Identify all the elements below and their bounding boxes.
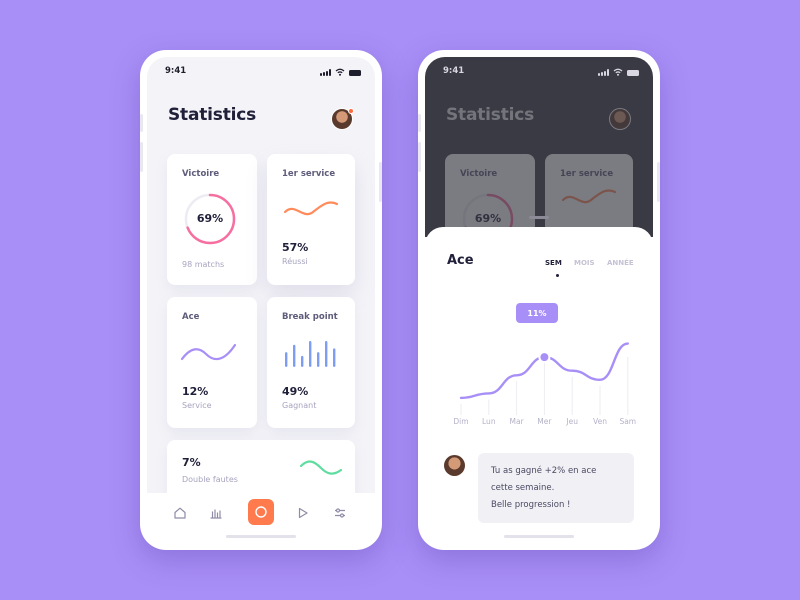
card-label: Victoire: [182, 169, 220, 179]
break-point-bar: [309, 341, 312, 367]
battery-icon: [349, 70, 361, 76]
break-point-bar: [301, 355, 304, 367]
ace-detail-screen: 9:41 Statistics Victoire 69% 1er service: [425, 57, 653, 543]
double-faults-sub: Double fautes: [182, 475, 238, 484]
coach-avatar: [444, 455, 465, 476]
card-ace[interactable]: Ace 12% Service: [167, 297, 257, 428]
service-sub: Réussi: [282, 257, 308, 266]
side-button: [418, 142, 421, 172]
avatar: [609, 108, 631, 130]
card-label: 1er service: [282, 169, 336, 179]
service-wave: [283, 201, 339, 216]
x-tick-label: Sam: [619, 417, 637, 426]
x-tick-label: Lun: [482, 417, 496, 426]
phone-ace-detail: 9:41 Statistics Victoire 69% 1er service: [418, 50, 660, 550]
home-indicator: [226, 535, 296, 538]
signal-icon: [320, 69, 331, 76]
card-victoire[interactable]: Victoire 69% 98 matchs: [167, 154, 257, 285]
sheet-handle[interactable]: [529, 216, 549, 219]
service-wave: [561, 189, 617, 204]
phone-statistics: 9:41 Statistics Victoire 69% 98 matchs 1…: [140, 50, 382, 550]
double-faults-wave: [299, 460, 343, 475]
x-tick-label: Dim: [453, 417, 469, 426]
card-first-service[interactable]: 1er service 57% Réussi: [267, 154, 355, 285]
status-icons: [320, 68, 361, 76]
record-icon: [255, 506, 267, 518]
avatar[interactable]: [331, 108, 354, 130]
highlight-point[interactable]: [538, 351, 551, 364]
page-title: Statistics: [446, 105, 535, 125]
ace-line-chart[interactable]: [425, 327, 653, 417]
break-point-percent: 49%: [282, 385, 309, 398]
side-button: [657, 162, 660, 202]
home-indicator: [504, 535, 574, 538]
tab-month[interactable]: MOIS: [574, 259, 595, 267]
break-point-bars: [285, 341, 336, 367]
message-line: Belle progression !: [491, 500, 571, 510]
tab-year[interactable]: ANNÉE: [607, 259, 634, 267]
tab-week[interactable]: SEM: [545, 259, 562, 267]
stats-icon[interactable]: [206, 503, 226, 523]
card-label: Ace: [182, 312, 200, 322]
break-point-sub: Gagnant: [282, 401, 317, 410]
settings-sliders-icon[interactable]: [330, 503, 350, 523]
card-label: Break point: [282, 312, 338, 322]
wifi-icon: [335, 68, 345, 76]
victory-percent: 69%: [196, 212, 224, 225]
x-tick-label: Mar: [509, 417, 524, 426]
sheet-title: Ace: [447, 253, 474, 268]
status-bar: 9:41: [147, 57, 375, 85]
x-tick-label: Mer: [537, 417, 552, 426]
bottom-nav: [147, 493, 375, 543]
card-label: 1er service: [560, 169, 614, 179]
side-button: [379, 162, 382, 202]
break-point-bar: [325, 341, 328, 367]
card-break-point[interactable]: Break point 49% Gagnant: [267, 297, 355, 428]
victory-percent: 69%: [474, 212, 502, 225]
x-tick-label: Ven: [593, 417, 607, 426]
card-label: Victoire: [460, 169, 498, 179]
ace-percent: 12%: [182, 385, 209, 398]
double-faults-percent: 7%: [182, 456, 201, 469]
break-point-bar: [293, 344, 296, 367]
side-button: [140, 142, 143, 172]
value-tooltip: 11%: [516, 303, 558, 323]
ace-wave: [180, 343, 237, 361]
statistics-screen: 9:41 Statistics Victoire 69% 98 matchs 1…: [147, 57, 375, 543]
active-tab-indicator: [556, 274, 559, 277]
page-title: Statistics: [168, 105, 257, 125]
x-tick-label: Jeu: [566, 417, 578, 426]
side-button: [418, 114, 421, 132]
home-icon[interactable]: [170, 503, 190, 523]
dimmed-content: Statistics Victoire 69% 1er service: [425, 57, 653, 245]
victory-matches: 98 matchs: [182, 260, 225, 269]
break-point-bar: [285, 352, 288, 367]
side-button: [140, 114, 143, 132]
notification-dot: [348, 108, 354, 114]
message-line: cette semaine.: [491, 483, 555, 493]
break-point-bar: [333, 348, 336, 367]
message-line: Tu as gagné +2% en ace: [491, 466, 597, 476]
record-button[interactable]: [248, 499, 274, 525]
play-icon[interactable]: [293, 503, 313, 523]
status-time: 9:41: [165, 66, 187, 76]
ace-bottom-sheet: Ace SEM MOIS ANNÉE 11% Dim Lun Mar Mer Jeu Ve…: [425, 227, 653, 543]
break-point-bar: [317, 352, 320, 367]
message-bubble: Tu as gagné +2% en ace cette semaine. Be…: [478, 453, 634, 523]
ace-sub: Service: [182, 401, 212, 410]
service-percent: 57%: [282, 241, 309, 254]
